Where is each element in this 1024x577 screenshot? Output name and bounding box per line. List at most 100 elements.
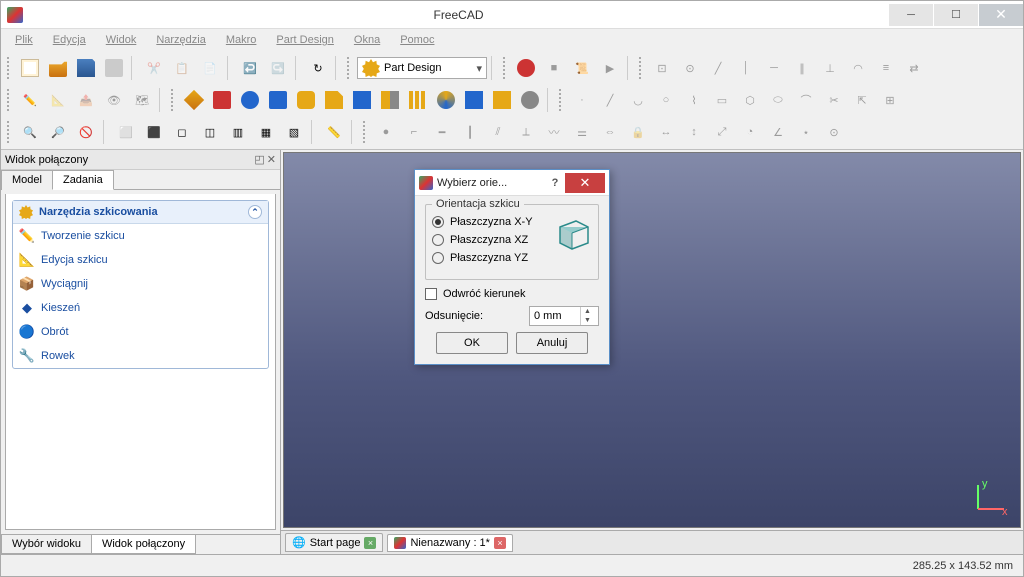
undo-button[interactable]: ↩️ [237,55,263,81]
redo-button[interactable]: ↪️ [265,55,291,81]
task-item-edit-sketch[interactable]: 📐Edycja szkicu [13,248,268,272]
dim-perp-icon[interactable]: ⟂ [513,119,539,145]
menu-tools[interactable]: Narzędzia [148,31,214,49]
save-file-button[interactable] [73,55,99,81]
ok-button[interactable]: OK [436,332,508,354]
offset-input[interactable] [530,310,580,322]
sketch-view-icon[interactable]: 👁 [101,87,127,113]
geom-polyline-icon[interactable]: ⌇ [681,87,707,113]
footer-tab-combo[interactable]: Widok połączony [91,535,196,554]
measure-icon[interactable]: 📏 [321,119,347,145]
doc-tab-startpage[interactable]: 🌐 Start page × [285,533,383,552]
macro-stop-button[interactable]: ■ [541,55,567,81]
constraint-symmetric-icon[interactable]: ⇄ [901,55,927,81]
sketch-new-icon[interactable]: ✏️ [17,87,43,113]
dialog-titlebar[interactable]: Wybierz orie... ? ✕ [415,170,609,196]
workbench-selector[interactable]: Part Design ▾ [357,57,487,79]
dim-vertical-icon[interactable]: ┃ [457,119,483,145]
groove-icon[interactable] [265,87,291,113]
offset-spinbox[interactable]: ▲▼ [529,306,599,326]
task-item-create-sketch[interactable]: ✏️Tworzenie szkicu [13,224,268,248]
menu-help[interactable]: Pomoc [392,31,442,49]
dim-equal-icon[interactable]: ⚌ [569,119,595,145]
geom-construction-icon[interactable]: ⊞ [877,87,903,113]
dim-len-icon[interactable]: ⤢ [709,119,735,145]
pad-icon[interactable] [181,87,207,113]
dim-symmetric-icon[interactable]: ⇔ [597,119,623,145]
toolbar-handle[interactable] [7,121,13,143]
menu-windows[interactable]: Okna [346,31,388,49]
geom-point-icon[interactable]: · [569,87,595,113]
constraint-lock-icon[interactable]: ⊡ [649,55,675,81]
geom-rect-icon[interactable]: ▭ [709,87,735,113]
task-item-revolve[interactable]: 🔵Obrót [13,320,268,344]
spin-down-icon[interactable]: ▼ [581,316,594,325]
dim-horizontal-icon[interactable]: ━ [429,119,455,145]
geom-fillet-icon[interactable]: ⌒ [793,87,819,113]
dim-tangent-icon[interactable]: 〰 [541,119,567,145]
tab-tasks[interactable]: Zadania [52,170,114,190]
draft-icon[interactable] [349,87,375,113]
dim-angle-icon[interactable]: ∠ [765,119,791,145]
toolbar-handle[interactable] [363,121,369,143]
new-file-button[interactable] [17,55,43,81]
zoom-out-icon[interactable]: 🔎 [45,119,71,145]
geom-arc-icon[interactable]: ◡ [625,87,651,113]
geom-slot-icon[interactable]: ⬭ [765,87,791,113]
scaled-icon[interactable] [461,87,487,113]
doc-tab-unnamed[interactable]: Nienazwany : 1* × [387,534,513,552]
fillet-icon[interactable] [293,87,319,113]
dim-parallel-icon[interactable]: ⫽ [485,119,511,145]
view-left-icon[interactable]: ▧ [281,119,307,145]
tab-close-icon[interactable]: × [494,537,506,549]
macro-play-button[interactable]: ▶ [597,55,623,81]
sketch-map-icon[interactable]: 🗺 [129,87,155,113]
geom-circle-icon[interactable]: ○ [653,87,679,113]
menu-partdesign[interactable]: Part Design [268,31,341,49]
dialog-help-button[interactable]: ? [545,177,565,189]
view-bottom-icon[interactable]: ▦ [253,119,279,145]
constraint-horizontal-icon[interactable]: ─ [761,55,787,81]
constraint-pointonline-icon[interactable]: ╱ [705,55,731,81]
dim-vlen-icon[interactable]: ↕ [681,119,707,145]
minimize-button[interactable]: ─ [889,4,933,26]
constraint-equal-icon[interactable]: ≡ [873,55,899,81]
chamfer-icon[interactable] [321,87,347,113]
view-iso-icon[interactable]: ⬜ [113,119,139,145]
macro-record-button[interactable] [513,55,539,81]
toolbar-handle[interactable] [559,89,565,111]
cut-button[interactable]: ✂️ [141,55,167,81]
print-button[interactable] [101,55,127,81]
shaft-icon[interactable] [517,87,543,113]
dim-internal-icon[interactable]: ⊙ [821,119,847,145]
dock-close-button[interactable]: ✕ [267,153,276,166]
menu-macro[interactable]: Makro [218,31,265,49]
open-file-button[interactable] [45,55,71,81]
constraint-coincident-icon[interactable]: ⊙ [677,55,703,81]
view-right-icon[interactable]: ◫ [197,119,223,145]
toolbar-handle[interactable] [171,89,177,111]
cancel-button[interactable]: Anuluj [516,332,588,354]
tab-model[interactable]: Model [1,170,53,190]
toolbar-handle[interactable] [639,57,645,79]
dim-lock-icon[interactable]: 🔒 [625,119,651,145]
menu-view[interactable]: Widok [98,31,145,49]
sketch-edit-icon[interactable]: 📐 [45,87,71,113]
toolbar-handle[interactable] [503,57,509,79]
task-item-groove[interactable]: 🔧Rowek [13,344,268,368]
draw-style-icon[interactable]: 🚫 [73,119,99,145]
geom-polygon-icon[interactable]: ⬡ [737,87,763,113]
footer-tab-view-select[interactable]: Wybór widoku [1,535,92,554]
3d-viewport[interactable]: y x Wybierz orie... ? ✕ Orientacja szkic… [283,152,1021,528]
tab-close-icon[interactable]: × [364,537,376,549]
maximize-button[interactable]: ☐ [934,4,978,26]
geom-external-icon[interactable]: ⇱ [849,87,875,113]
dim-line-icon[interactable]: ⌐ [401,119,427,145]
view-rear-icon[interactable]: ▥ [225,119,251,145]
reverse-checkbox-row[interactable]: Odwróć kierunek [425,288,599,300]
dim-point-icon[interactable]: ● [373,119,399,145]
linearpattern-icon[interactable] [405,87,431,113]
geom-trim-icon[interactable]: ✂ [821,87,847,113]
refresh-button[interactable]: ↻ [305,55,331,81]
sketch-leave-icon[interactable]: 📤 [73,87,99,113]
